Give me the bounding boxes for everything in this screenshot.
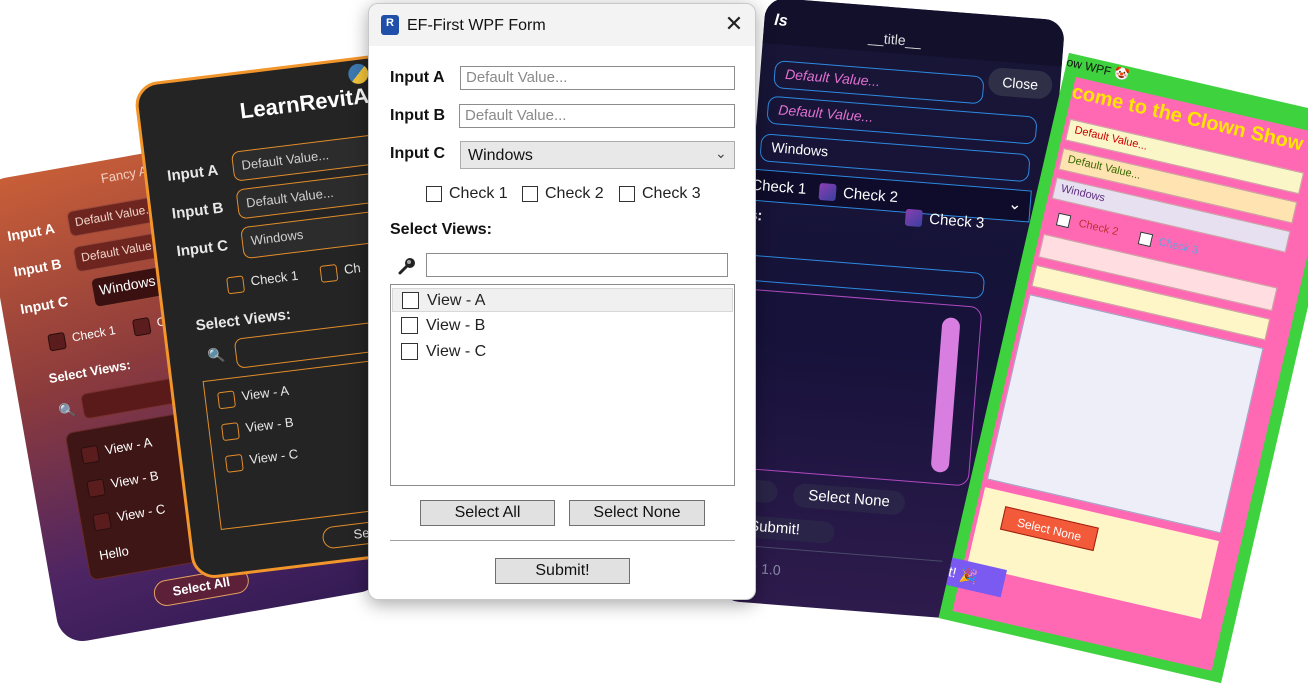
input-c-label: Input C	[390, 145, 446, 162]
view-a-checkbox[interactable]	[402, 292, 419, 309]
view-c-checkbox[interactable]	[401, 343, 418, 360]
learnrevit-input-c-label: Input C	[175, 237, 229, 261]
dark-scrollbar[interactable]	[930, 316, 961, 473]
list-item-view-b[interactable]: View - B	[392, 314, 733, 338]
input-c-dropdown[interactable]: Windows ⌄	[460, 141, 735, 169]
check-2-box[interactable]	[522, 186, 538, 202]
view-b-checkbox[interactable]	[401, 317, 418, 334]
dark-close-button[interactable]: Close	[987, 66, 1054, 100]
python-logo-icon	[347, 62, 370, 86]
check-2[interactable]: Check 2	[522, 185, 604, 203]
learnrevit-view-a-label: View - A	[240, 382, 290, 404]
dark-check3-label: Check 3	[928, 210, 985, 232]
dark-title-left: ls	[773, 11, 789, 30]
fancy-view-a-box[interactable]	[80, 444, 101, 465]
learnrevit-view-c-label: View - C	[248, 446, 299, 467]
search-icon: 🔍	[57, 401, 78, 420]
fancy-input-b-label: Input B	[12, 255, 63, 280]
clown-check3-box[interactable]	[1137, 231, 1154, 248]
window-title: EF-First WPF Form	[407, 17, 546, 34]
fancy-input-c-label: Input C	[18, 292, 70, 317]
list-item-view-c[interactable]: View - C	[392, 340, 733, 364]
view-a-label: View - A	[427, 292, 486, 309]
check-1-label: Check 1	[449, 185, 508, 202]
view-b-label: View - B	[426, 317, 486, 334]
fancy-view-c-box[interactable]	[92, 511, 112, 532]
learnrevit-check1-box[interactable]	[226, 275, 246, 295]
input-a-label: Input A	[390, 69, 445, 86]
clown-check3-label: Check 3	[1157, 236, 1200, 257]
learnrevit-input-a-label: Input A	[166, 161, 220, 185]
input-c-value: Windows	[468, 147, 533, 164]
learnrevit-input-b-label: Input B	[170, 199, 225, 223]
dark-check3-box[interactable]	[904, 208, 923, 228]
learnrevit-check2-box[interactable]	[319, 263, 339, 283]
learnrevit-view-a-box[interactable]	[217, 390, 237, 410]
check-1[interactable]: Check 1	[426, 185, 508, 203]
search-icon: 🔍	[206, 346, 226, 365]
dark-select-none-button[interactable]: Select None	[792, 482, 906, 516]
select-all-button[interactable]: Select All	[420, 500, 555, 526]
learnrevit-check2-label: Ch	[343, 260, 362, 278]
select-none-button[interactable]: Select None	[569, 500, 705, 526]
input-b-field[interactable]: Default Value...	[459, 104, 735, 128]
check-3-box[interactable]	[619, 186, 635, 202]
clown-check2-label: Check 2	[1077, 217, 1120, 239]
view-c-label: View - C	[426, 343, 487, 360]
fancy-view-c-label: View - C	[115, 501, 167, 525]
dark-views-list[interactable]	[719, 287, 983, 487]
fancy-check2-box[interactable]	[131, 316, 152, 337]
input-b-label: Input B	[390, 107, 446, 124]
learnrevit-select-views-label: Select Views:	[194, 305, 292, 335]
close-icon[interactable]: ✕	[721, 10, 747, 38]
check-3[interactable]: Check 3	[619, 185, 701, 203]
check-1-box[interactable]	[426, 186, 442, 202]
search-input[interactable]	[426, 253, 728, 277]
fancy-check1-box[interactable]	[47, 331, 67, 352]
ef-first-wpf-form: R EF-First WPF Form ✕ Input A Default Va…	[368, 3, 756, 600]
fancy-check1-label: Check 1	[70, 323, 117, 345]
select-views-label: Select Views:	[390, 221, 492, 238]
learnrevit-check1-label: Check 1	[249, 267, 300, 289]
learnrevit-view-b-label: View - B	[244, 414, 295, 436]
fancy-view-a-label: View - A	[103, 434, 154, 458]
learnrevit-title: LearnRevitA	[238, 82, 371, 124]
list-item-view-a[interactable]: View - A	[392, 288, 733, 312]
chevron-down-icon: ⌄	[1007, 195, 1023, 214]
search-icon	[398, 255, 418, 275]
fancy-extra-item: Hello	[98, 543, 130, 564]
revit-logo-icon: R	[381, 15, 399, 35]
learnrevit-view-b-box[interactable]	[220, 422, 240, 442]
check-3-label: Check 3	[642, 185, 701, 202]
fancy-input-a-label: Input A	[6, 220, 56, 245]
fancy-view-b-label: View - B	[109, 467, 160, 491]
fancy-select-views-label: Select Views:	[47, 356, 132, 387]
input-a-field[interactable]: Default Value...	[460, 66, 735, 90]
dark-check2-box[interactable]	[818, 182, 837, 202]
check-2-label: Check 2	[545, 185, 604, 202]
submit-button[interactable]: Submit!	[495, 558, 630, 584]
clown-check1-box[interactable]	[1055, 212, 1072, 229]
fancy-view-b-box[interactable]	[86, 478, 106, 499]
learnrevit-view-c-box[interactable]	[224, 453, 244, 473]
views-list[interactable]: View - A View - B View - C	[390, 284, 735, 486]
chevron-down-icon: ⌄	[715, 145, 727, 161]
divider	[390, 540, 735, 541]
